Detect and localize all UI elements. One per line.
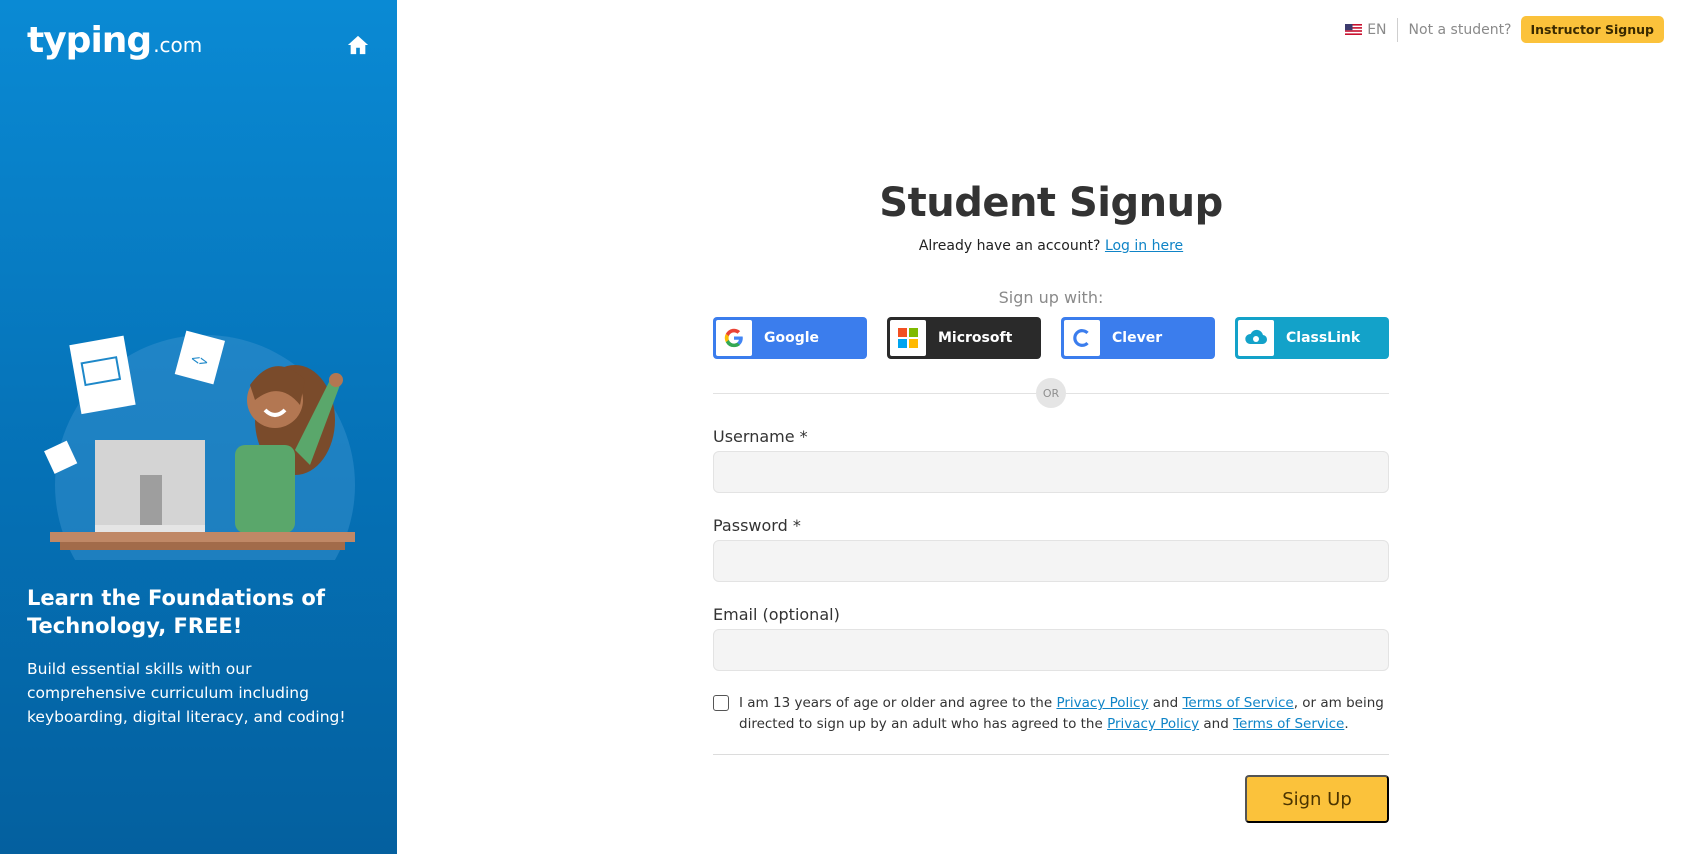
or-divider: OR	[713, 378, 1389, 408]
language-label: EN	[1367, 21, 1387, 38]
clever-icon	[1064, 320, 1100, 356]
signup-form: Student Signup Already have an account? …	[713, 180, 1389, 823]
already-account-text: Already have an account? Log in here	[713, 238, 1389, 254]
language-selector[interactable]: EN	[1345, 17, 1398, 42]
email-field-group: Email (optional)	[713, 605, 1389, 671]
google-label: Google	[764, 330, 820, 346]
username-field-group: Username *	[713, 427, 1389, 493]
us-flag-icon	[1345, 24, 1363, 35]
consent-row: I am 13 years of age or older and agree …	[713, 693, 1389, 735]
sidebar-body-text: Build essential skills with our comprehe…	[27, 660, 346, 726]
sign-up-with-label: Sign up with:	[998, 288, 1104, 307]
microsoft-icon	[890, 320, 926, 356]
password-field-group: Password *	[713, 516, 1389, 582]
privacy-policy-link[interactable]: Privacy Policy	[1056, 695, 1148, 711]
microsoft-label: Microsoft	[938, 330, 1013, 346]
sso-buttons: Google Microsoft Clever ClassLink	[713, 317, 1389, 359]
password-input[interactable]	[713, 540, 1389, 582]
logo-suffix-text: .com	[153, 33, 203, 57]
terms-of-service-link[interactable]: Terms of Service	[1182, 695, 1293, 711]
home-icon[interactable]	[347, 34, 369, 56]
clever-label: Clever	[1112, 330, 1163, 346]
signup-page: typing .com <> Learn the Foundations of …	[0, 0, 1684, 854]
microsoft-signup-button[interactable]: Microsoft	[887, 317, 1041, 359]
student-illustration: <>	[44, 330, 355, 560]
sidebar-heading: Learn the Foundations of Technology, FRE…	[27, 586, 325, 638]
or-label: OR	[1036, 378, 1066, 408]
username-input[interactable]	[713, 451, 1389, 493]
sign-up-button[interactable]: Sign Up	[1245, 775, 1389, 823]
already-account-label: Already have an account?	[918, 238, 1101, 254]
consent-and-2: and	[1199, 716, 1234, 732]
classlink-signup-button[interactable]: ClassLink	[1235, 317, 1389, 359]
consent-checkbox[interactable]	[713, 695, 729, 711]
classlink-icon	[1238, 320, 1274, 356]
username-label: Username *	[713, 427, 808, 446]
consent-part-1: I am 13 years of age or older and agree …	[739, 695, 1057, 711]
consent-text: I am 13 years of age or older and agree …	[739, 693, 1389, 735]
email-input[interactable]	[713, 629, 1389, 671]
clever-signup-button[interactable]: Clever	[1061, 317, 1215, 359]
login-link[interactable]: Log in here	[1105, 238, 1183, 254]
top-bar: EN Not a student? Instructor Signup	[1345, 16, 1664, 43]
email-label: Email (optional)	[713, 605, 840, 624]
google-icon	[716, 320, 752, 356]
sidebar-panel: typing .com <> Learn the Foundations of …	[0, 0, 397, 854]
form-footer-divider	[713, 754, 1389, 755]
consent-and-1: and	[1148, 695, 1183, 711]
privacy-policy-link-2[interactable]: Privacy Policy	[1107, 716, 1199, 732]
logo-main-text: typing	[27, 20, 152, 61]
submit-row: Sign Up	[713, 775, 1389, 823]
instructor-signup-button[interactable]: Instructor Signup	[1520, 16, 1664, 43]
page-title: Student Signup	[879, 180, 1223, 226]
classlink-label: ClassLink	[1286, 330, 1361, 346]
not-student-text: Not a student?	[1408, 21, 1512, 38]
consent-end: .	[1344, 716, 1349, 732]
terms-of-service-link-2[interactable]: Terms of Service	[1233, 716, 1344, 732]
google-signup-button[interactable]: Google	[713, 317, 867, 359]
typing-logo[interactable]: typing .com	[27, 20, 202, 61]
password-label: Password *	[713, 516, 801, 535]
